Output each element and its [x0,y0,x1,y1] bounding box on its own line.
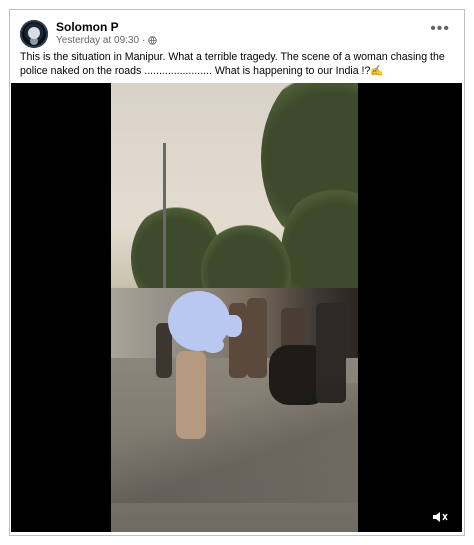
avatar-image [28,27,40,39]
facebook-post-card: Solomon P Yesterday at 09:30 · ••• This … [9,9,465,536]
meta-separator: · [142,35,146,46]
author-name[interactable]: Solomon P [56,20,119,34]
more-options-button[interactable]: ••• [430,21,450,37]
avatar[interactable] [20,20,48,48]
post-meta: Yesterday at 09:30 · [56,35,158,46]
blur-overlay-part [202,337,224,353]
post-timestamp[interactable]: Yesterday at 09:30 [56,35,139,46]
blur-overlay [168,291,242,353]
globe-icon [148,36,158,45]
post-caption: This is the situation in Manipur. What a… [20,51,445,77]
blur-overlay-part [224,315,242,337]
video-player[interactable] [11,83,462,532]
road-shadow [111,383,358,503]
speaker-muted-icon[interactable] [432,510,448,524]
video-frame [111,83,358,532]
person [247,298,267,378]
blurred-figure-body [176,351,206,439]
utility-pole [163,143,166,308]
post-header: Solomon P Yesterday at 09:30 · ••• [18,18,456,52]
